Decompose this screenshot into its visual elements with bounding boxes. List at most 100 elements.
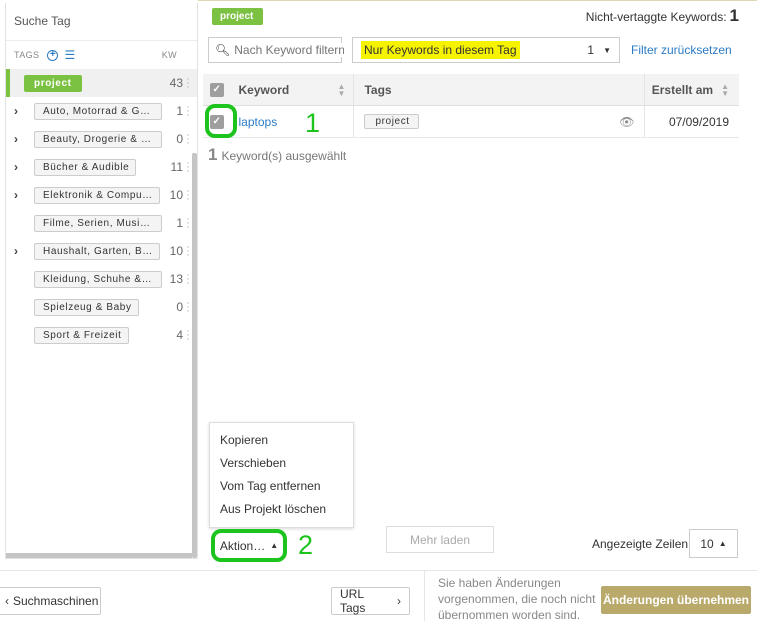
untagged-label: Nicht-vertaggte Keywords: <box>585 10 727 24</box>
chevron-right-icon[interactable]: › <box>6 160 26 174</box>
caret-up-icon: ▲ <box>718 539 727 548</box>
menu-item-copy[interactable]: Kopieren <box>210 429 353 452</box>
tag-count: 11 <box>170 160 183 174</box>
menu-item-remove-from-tag[interactable]: Vom Tag entfernen <box>210 475 353 498</box>
only-in-tag-count: 1 <box>587 43 595 57</box>
url-tags-label: URL Tags <box>340 587 366 615</box>
tag-chip[interactable]: Elektronik & Compu… <box>34 186 160 204</box>
caret-down-icon: ▼ <box>603 45 611 55</box>
more-options-icon[interactable]: · · · <box>186 270 190 289</box>
keyword-table: ✓ Keyword ▲ ▼ Tags Erstellt am ▲ ▼ ✓ laptop… <box>203 74 739 138</box>
tag-count: 1 <box>176 104 183 118</box>
kw-label: KW <box>161 50 177 60</box>
rows-value: 10 <box>700 536 714 551</box>
search-engines-button[interactable]: ‹ Suchmaschinen <box>0 587 101 615</box>
sidebar-tag-row[interactable]: › Haushalt, Garten, B… 10 · · · <box>6 237 197 265</box>
tags-header: TAGS + ☰ KW <box>6 41 197 69</box>
created-date: 07/09/2019 <box>668 114 729 129</box>
more-options-icon[interactable]: · · · <box>186 158 190 177</box>
tag-chip[interactable]: Haushalt, Garten, B… <box>34 242 160 260</box>
tag-chip[interactable]: Spielzeug & Baby <box>34 298 139 316</box>
row-tag-chip[interactable]: project <box>364 114 419 129</box>
action-button[interactable]: Aktion… ▲ <box>211 529 287 562</box>
sort-icon[interactable]: ▲ ▼ <box>721 82 729 97</box>
tag-count: 13 <box>169 272 183 286</box>
top-border <box>198 0 757 1</box>
apply-changes-button[interactable]: Änderungen übernehmen <box>601 586 751 614</box>
tag-list: project 43 · · · › Auto, Motorrad & Ge… 1 · · · › Be… <box>6 69 197 349</box>
sidebar-tag-row[interactable]: › Bücher & Audible 11 · · · <box>6 153 197 181</box>
footer-divider <box>424 571 425 621</box>
sidebar-tag-row[interactable]: Sport & Freizeit 4 · · · <box>6 321 197 349</box>
more-options-icon[interactable]: · · · <box>186 186 190 205</box>
list-sort-icon[interactable]: ☰ <box>64 49 75 61</box>
sidebar-tag-row[interactable]: Kleidung, Schuhe & … 13 · · · <box>6 265 197 293</box>
only-in-tag-select[interactable]: Nur Keywords in diesem Tag 1 ▼ <box>352 37 620 63</box>
sidebar-tag-row[interactable]: › Auto, Motorrad & Ge… 1 · · · <box>6 97 197 125</box>
annotation-circle-checkbox <box>205 104 237 138</box>
tag-count: 10 <box>169 244 183 258</box>
more-options-icon[interactable]: · · · <box>186 326 190 345</box>
footer: ‹ Suchmaschinen URL Tags › Sie haben Änder… <box>0 570 757 621</box>
more-options-icon[interactable]: · · · <box>186 214 190 233</box>
tag-chip[interactable]: Kleidung, Schuhe & … <box>34 270 162 288</box>
chevron-right-icon[interactable]: › <box>6 188 26 202</box>
annotation-number-1: 1 <box>305 108 321 138</box>
caret-up-icon: ▲ <box>270 541 279 550</box>
more-options-icon[interactable]: · · · <box>186 102 190 121</box>
sidebar-tag-row[interactable]: project 43 · · · <box>6 69 197 97</box>
more-options-icon[interactable]: · · · <box>186 130 190 149</box>
chevron-right-icon[interactable]: › <box>6 104 26 118</box>
tag-count: 1 <box>176 216 183 230</box>
keyword-link[interactable]: laptops <box>239 115 278 129</box>
tag-chip[interactable]: Bücher & Audible <box>34 158 137 176</box>
more-options-icon[interactable]: · · · <box>186 242 190 261</box>
tag-count: 0 <box>176 132 183 146</box>
current-tag-chip: project <box>212 8 264 25</box>
keyword-filter-input[interactable] <box>234 43 345 57</box>
tag-chip[interactable]: Sport & Freizeit <box>34 326 129 344</box>
chevron-right-icon[interactable]: › <box>6 244 26 258</box>
add-tag-icon[interactable]: + <box>47 49 59 61</box>
table-row[interactable]: ✓ laptops project 👁︎ 07/09/2019 <box>203 106 739 138</box>
tag-count: 43 <box>169 76 183 90</box>
search-icon: 🔍︎ <box>215 43 231 57</box>
sidebar-vertical-scrollbar[interactable] <box>192 153 197 558</box>
action-button-label: Aktion… <box>219 538 266 553</box>
header-created[interactable]: Erstellt am <box>652 83 713 97</box>
keyword-filter[interactable]: 🔍︎ <box>208 37 345 63</box>
select-all-checkbox[interactable]: ✓ <box>209 82 224 97</box>
sort-icon[interactable]: ▲ ▼ <box>338 82 346 97</box>
tag-search-input[interactable]: Suche Tag <box>6 3 197 41</box>
more-options-icon[interactable]: · · · <box>186 298 190 317</box>
header-keyword[interactable]: Keyword <box>239 83 290 97</box>
tag-chip[interactable]: project <box>24 74 82 92</box>
load-more-button[interactable]: Mehr laden <box>386 526 494 553</box>
header-tags: Tags <box>364 82 392 97</box>
rows-per-page-select[interactable]: 10 ▲ <box>689 529 738 558</box>
more-options-icon[interactable]: · · · <box>186 74 190 93</box>
tags-label: TAGS <box>14 50 40 60</box>
search-engines-label: Suchmaschinen <box>13 594 99 608</box>
sidebar-tag-row[interactable]: Filme, Serien, Musik … 1 · · · <box>6 209 197 237</box>
tag-count: 4 <box>176 328 183 342</box>
action-menu: Kopieren Verschieben Vom Tag entfernen A… <box>209 422 354 528</box>
chevron-right-icon[interactable]: › <box>6 132 26 146</box>
eye-icon[interactable]: 👁︎ <box>619 115 634 129</box>
sidebar-horizontal-scrollbar[interactable] <box>6 553 192 558</box>
menu-item-move[interactable]: Verschieben <box>210 452 353 475</box>
tag-chip[interactable]: Filme, Serien, Musik … <box>34 214 162 232</box>
unsaved-changes-text: Sie haben Änderungen vorgenommen, die no… <box>438 576 596 621</box>
tag-chip[interactable]: Auto, Motorrad & Ge… <box>34 102 162 120</box>
keyword-panel: project Nicht-vertaggte Keywords: 1 🔍︎ Nu… <box>198 0 757 570</box>
sidebar-tag-row[interactable]: Spielzeug & Baby 0 · · · <box>6 293 197 321</box>
selection-info: 1 Keyword(s) ausgewählt <box>208 145 346 165</box>
table-header: ✓ Keyword ▲ ▼ Tags Erstellt am ▲ ▼ <box>203 74 739 106</box>
sidebar-tag-row[interactable]: › Beauty, Drogerie & Le… 0 · · · <box>6 125 197 153</box>
menu-item-delete-from-project[interactable]: Aus Projekt löschen <box>210 498 353 521</box>
chevron-right-icon: › <box>397 594 401 608</box>
filter-reset-link[interactable]: Filter zurücksetzen <box>631 43 732 57</box>
tag-chip[interactable]: Beauty, Drogerie & Le… <box>34 130 162 148</box>
sidebar-tag-row[interactable]: › Elektronik & Compu… 10 · · · <box>6 181 197 209</box>
url-tags-button[interactable]: URL Tags › <box>331 587 410 615</box>
